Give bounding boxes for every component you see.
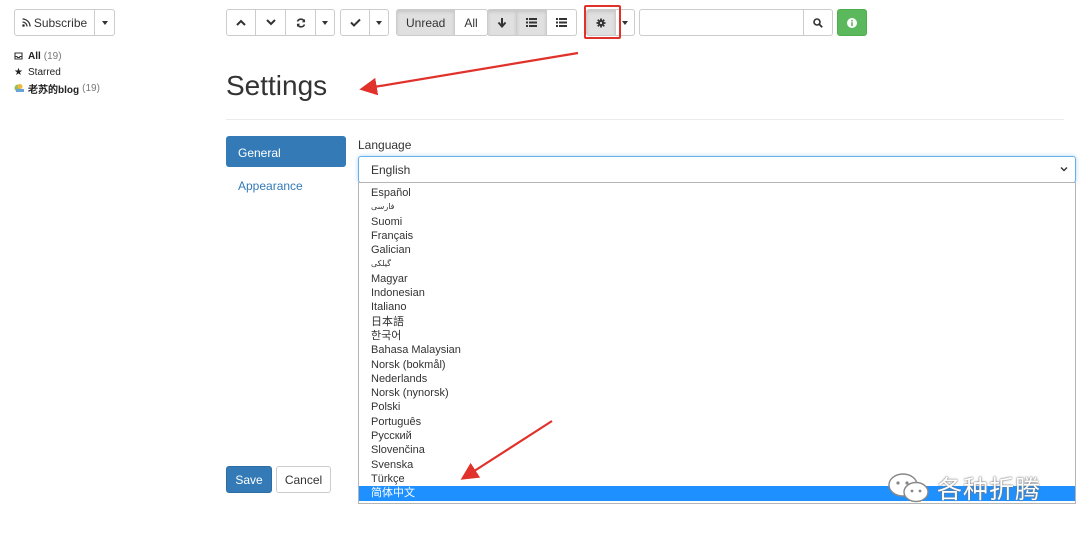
language-option[interactable]: 한국어	[359, 329, 1075, 343]
feed-item-blog[interactable]: 老苏的blog (19)	[14, 80, 100, 96]
expanded-view-button[interactable]	[547, 9, 577, 36]
annotation-arrow	[359, 51, 579, 96]
navigation-group	[226, 9, 335, 36]
watermark: 各种折腾	[887, 470, 1041, 506]
search-button[interactable]	[803, 9, 833, 36]
refresh-button[interactable]	[286, 9, 316, 36]
language-select[interactable]: English	[358, 156, 1076, 183]
feed-favicon	[14, 83, 28, 93]
language-option[interactable]: فارسی	[359, 200, 1075, 214]
feed-item-all[interactable]: All (19)	[14, 48, 100, 64]
list-icon	[556, 18, 567, 27]
save-button[interactable]: Save	[226, 466, 272, 493]
language-option[interactable]: Español	[359, 186, 1075, 200]
refresh-dropdown-toggle[interactable]	[316, 9, 335, 36]
language-option[interactable]: گیلکی	[359, 257, 1075, 271]
language-option[interactable]: Magyar	[359, 272, 1075, 286]
settings-dropdown-toggle[interactable]	[616, 9, 635, 36]
feed-label: All	[28, 50, 41, 62]
previous-button[interactable]	[226, 9, 256, 36]
mark-read-dropdown-toggle[interactable]	[370, 9, 389, 36]
info-button[interactable]	[837, 9, 867, 36]
language-option[interactable]: Suomi	[359, 215, 1075, 229]
caret-down-icon	[322, 20, 328, 25]
all-filter-button[interactable]: All	[455, 9, 488, 36]
page-title: Settings	[226, 70, 328, 101]
cancel-button[interactable]: Cancel	[276, 466, 331, 493]
language-option[interactable]: Norsk (nynorsk)	[359, 386, 1075, 400]
language-option[interactable]: Italiano	[359, 300, 1075, 314]
chevron-down-icon	[265, 19, 276, 26]
caret-down-icon	[622, 20, 628, 25]
tab-appearance[interactable]: Appearance	[238, 179, 303, 193]
info-icon	[847, 17, 857, 28]
caret-down-icon	[101, 20, 108, 25]
chevron-up-icon	[236, 19, 246, 26]
list-view-button[interactable]	[517, 9, 547, 36]
mark-read-group	[340, 9, 389, 36]
wechat-icon	[888, 473, 929, 503]
settings-button[interactable]	[586, 9, 616, 36]
subscribe-dropdown-toggle[interactable]	[95, 9, 115, 36]
chevron-down-icon	[1060, 167, 1068, 172]
language-option[interactable]: Français	[359, 229, 1075, 243]
feed-count: (19)	[82, 82, 100, 94]
subscribe-button[interactable]: Subscribe	[14, 9, 95, 36]
language-option[interactable]: 日本語	[359, 315, 1075, 329]
subscribe-group: Subscribe	[14, 9, 115, 36]
search-icon	[813, 17, 823, 28]
sort-button[interactable]	[487, 9, 517, 36]
list-icon	[526, 18, 537, 27]
next-button[interactable]	[256, 9, 286, 36]
language-option[interactable]: Galician	[359, 243, 1075, 257]
filter-group: Unread All	[396, 9, 488, 36]
divider	[226, 119, 1064, 120]
gear-icon	[596, 18, 606, 27]
star-icon: ★	[14, 66, 23, 78]
language-option[interactable]: Русский	[359, 429, 1075, 443]
check-icon	[349, 18, 361, 27]
language-option[interactable]: Norsk (bokmål)	[359, 358, 1075, 372]
feed-label: 老苏的blog	[28, 84, 80, 96]
view-group	[487, 9, 577, 36]
mark-read-button[interactable]	[340, 9, 370, 36]
feed-item-starred[interactable]: ★ Starred	[14, 64, 100, 80]
subscribe-label: Subscribe	[33, 15, 88, 30]
inbox-icon	[14, 52, 28, 60]
search-input[interactable]	[639, 9, 804, 36]
language-option[interactable]: Polski	[359, 400, 1075, 414]
rss-icon	[22, 18, 31, 27]
language-label: Language	[358, 138, 412, 152]
watermark-text: 各种折腾	[937, 475, 1042, 504]
language-dropdown-list: Español فارسی Suomi Français Galician گی…	[358, 182, 1076, 504]
caret-down-icon	[376, 20, 382, 25]
language-option[interactable]: Nederlands	[359, 372, 1075, 386]
unread-filter-button[interactable]: Unread	[396, 9, 456, 36]
feed-count: (19)	[43, 50, 62, 62]
feed-list: All (19) ★ Starred 老苏的blog (19)	[14, 48, 100, 96]
arrow-down-icon	[497, 18, 507, 28]
language-option[interactable]: Indonesian	[359, 286, 1075, 300]
settings-group	[586, 9, 635, 36]
refresh-icon	[296, 17, 305, 28]
language-option[interactable]: Português	[359, 415, 1075, 429]
feed-label: Starred	[28, 66, 61, 78]
language-option[interactable]: Bahasa Malaysian	[359, 343, 1075, 357]
tab-general[interactable]: General	[226, 136, 346, 167]
language-option[interactable]: Slovenčina	[359, 443, 1075, 457]
language-selected-value: English	[371, 163, 411, 177]
